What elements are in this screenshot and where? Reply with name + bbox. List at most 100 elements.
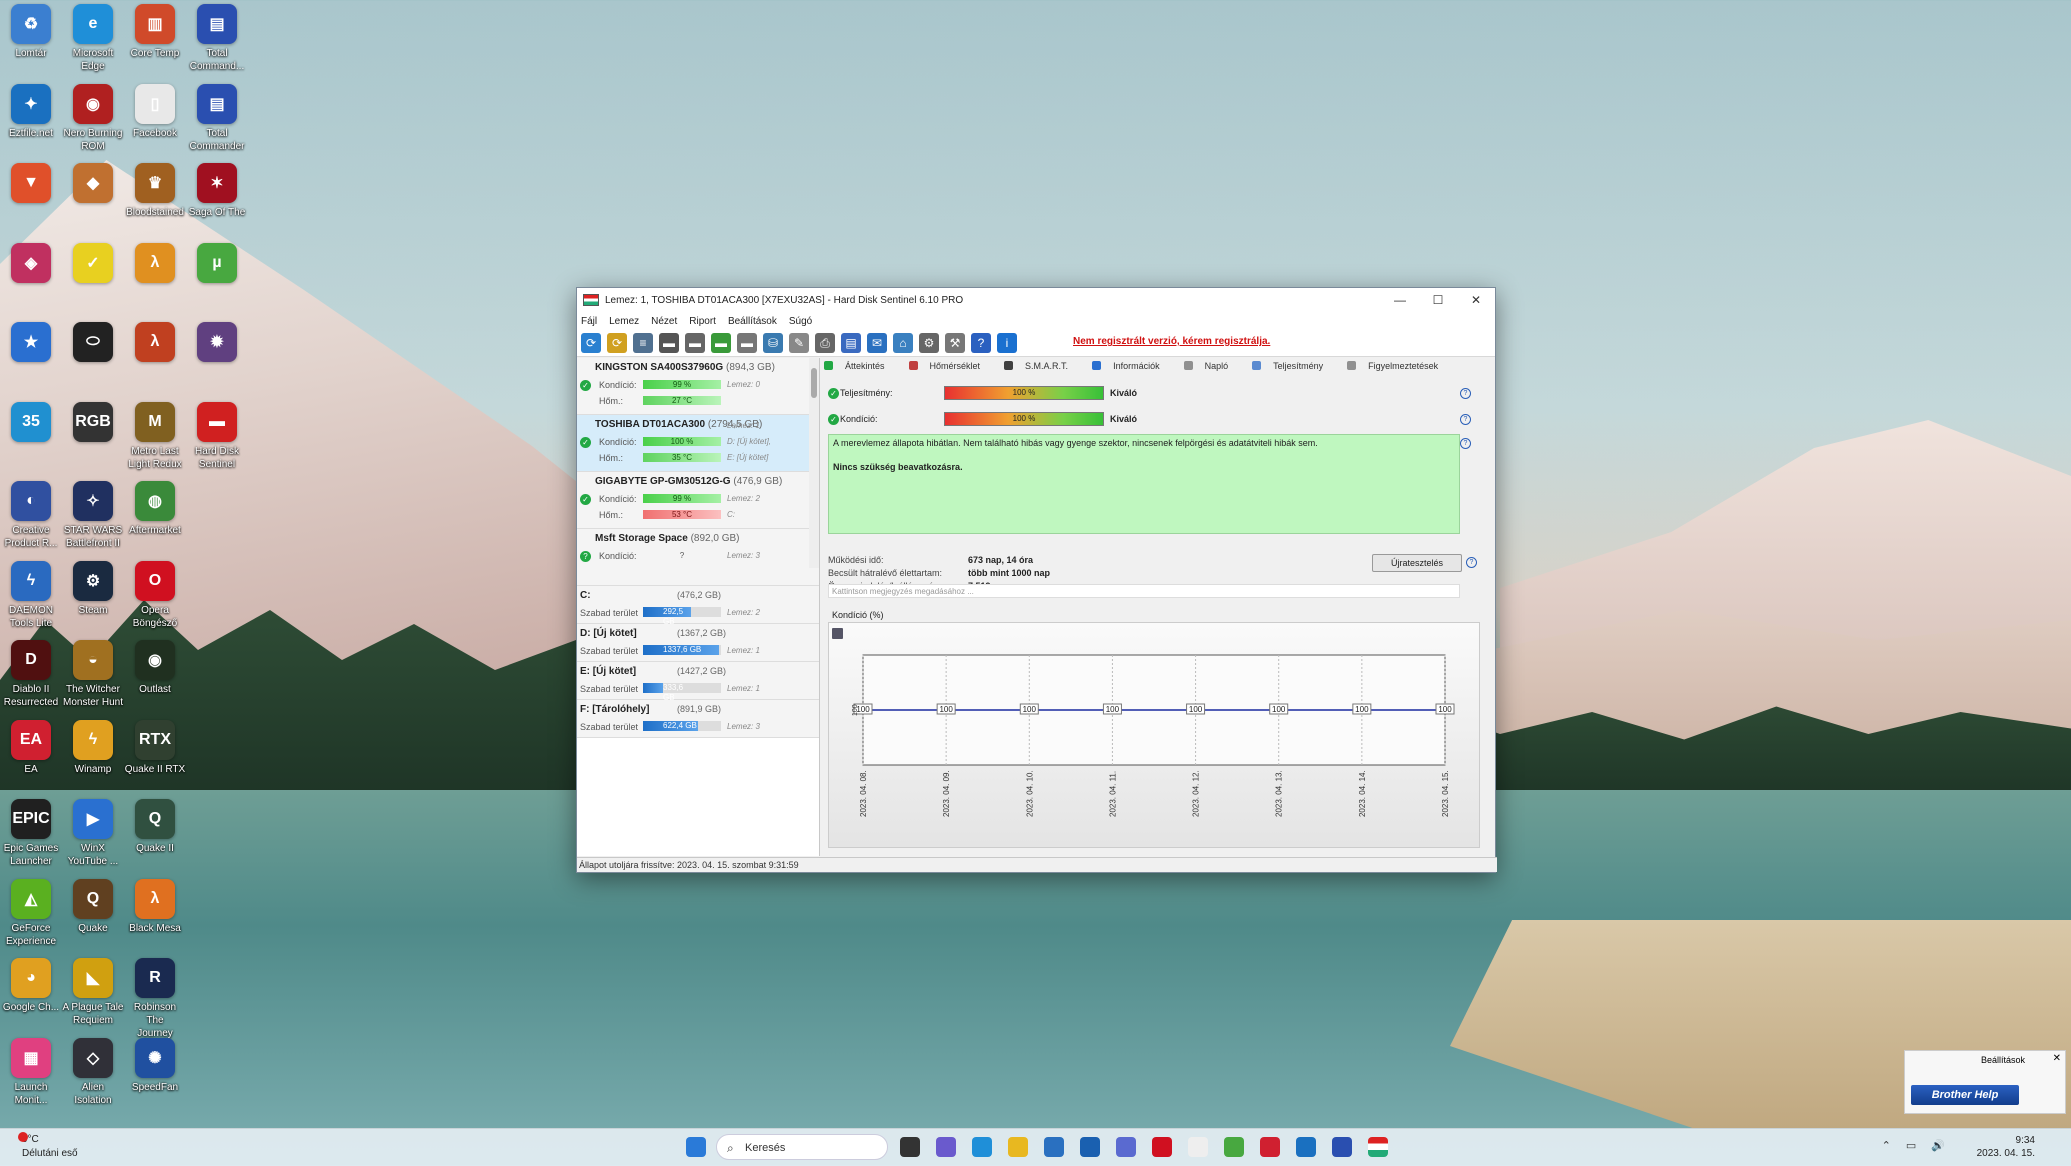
desktop-icon[interactable]: λ — [124, 322, 186, 365]
menu-file[interactable]: Fájl — [581, 316, 597, 327]
desktop-icon[interactable]: ϟ DAEMON Tools Lite — [0, 560, 62, 630]
desktop-icon[interactable]: Q Quake II — [124, 799, 186, 855]
window-titlebar[interactable]: Lemez: 1, TOSHIBA DT01ACA300 [X7EXU32AS]… — [577, 288, 1495, 312]
tools-icon[interactable]: ⚒ — [945, 333, 965, 353]
summary-help-icon[interactable]: ? — [1460, 438, 1471, 449]
desktop-icon[interactable]: RTX Quake II RTX — [124, 719, 186, 776]
opera-taskbar-icon[interactable] — [1152, 1137, 1172, 1157]
retest-button[interactable]: Újratesztelés — [1372, 554, 1462, 572]
info-icon[interactable]: i — [997, 333, 1017, 353]
explorer-icon[interactable] — [1008, 1137, 1028, 1157]
print-icon[interactable]: ⎙ — [815, 333, 835, 353]
register-link[interactable]: Nem regisztrált verzió, kérem regisztrál… — [1073, 336, 1270, 347]
desktop-icon[interactable]: ◐ Creative Product R... — [0, 481, 62, 550]
disk-entry[interactable]: GIGABYTE GP-GM30512G-G (476,9 GB) ✓ Kondíc… — [577, 472, 819, 529]
brother-settings-link[interactable]: Beállítások — [1981, 1055, 2025, 1065]
volume-entry[interactable]: E: [Új kötet] (1427,2 GB) Szabad terület 33… — [577, 662, 819, 702]
desktop-icon[interactable]: e Microsoft Edge — [62, 4, 124, 73]
desktop-icon[interactable]: ▤ Total Commander — [186, 83, 248, 153]
close-button[interactable]: ✕ — [1457, 288, 1495, 312]
performance-help-icon[interactable]: ? — [1460, 388, 1471, 399]
desktop-icon[interactable]: λ Black Mesa — [124, 878, 186, 935]
desktop-icon[interactable]: ▼ — [0, 163, 62, 206]
disk-entry[interactable]: Msft Storage Space (892,0 GB)? Kondíció:?… — [577, 529, 819, 586]
desktop-icon[interactable]: ◉ Nero Burning ROM — [62, 83, 124, 153]
store-icon[interactable] — [1044, 1137, 1064, 1157]
menu-help[interactable]: Súgó — [789, 316, 812, 327]
menu-settings[interactable]: Beállítások — [728, 316, 777, 327]
desktop-icon[interactable]: ✦ Eztfile.net — [0, 83, 62, 140]
refresh-icon[interactable]: ⟳ — [581, 333, 601, 353]
settings-taskbar-icon[interactable] — [1116, 1137, 1136, 1157]
disk-entry[interactable]: TOSHIBA DT01ACA300 (2794,5 GB) Lemez: 1 ✓ K… — [577, 415, 819, 472]
tab-5[interactable]: Teljesítmény — [1252, 361, 1335, 371]
task-view-icon[interactable] — [900, 1137, 920, 1157]
maximize-button[interactable]: ☐ — [1419, 288, 1457, 312]
edge-taskbar-icon[interactable] — [972, 1137, 992, 1157]
notepad-icon[interactable] — [1188, 1137, 1208, 1157]
refresh-all-icon[interactable]: ⟳ — [607, 333, 627, 353]
desktop-icon[interactable]: ♛ Bloodstained — [124, 163, 186, 219]
brother-close-icon[interactable]: ✕ — [2053, 1053, 2061, 1064]
desktop-icon[interactable]: µ — [186, 242, 248, 286]
start-icon[interactable] — [686, 1137, 706, 1157]
disk-ok-icon[interactable]: ▬ — [711, 333, 731, 353]
desktop-icon[interactable]: ⬭ — [62, 322, 124, 365]
tab-1[interactable]: Hőmérséklet — [908, 361, 993, 371]
desktop-icon[interactable]: R Robinson The Journey — [124, 958, 186, 1040]
desktop-icon[interactable]: λ — [124, 242, 186, 286]
settings-gear-icon[interactable]: ⚙ — [919, 333, 939, 353]
email-icon[interactable]: ✉ — [867, 333, 887, 353]
desktop-icon[interactable]: ★ — [0, 322, 62, 365]
desktop-icon[interactable]: ◈ — [0, 242, 62, 286]
help-icon[interactable]: ? — [971, 333, 991, 353]
system-tray[interactable]: ⌃ ▭ 🔊 — [1882, 1139, 1951, 1152]
disk-list-icon[interactable]: ≡ — [633, 333, 653, 353]
desktop-icon[interactable]: EA EA — [0, 719, 62, 776]
menu-report[interactable]: Riport — [689, 316, 716, 327]
desktop-icon[interactable]: EPIC Epic Games Launcher — [0, 799, 62, 868]
retest-help-icon[interactable]: ? — [1466, 557, 1477, 568]
desktop-icon[interactable]: ✓ — [62, 242, 124, 286]
tab-6[interactable]: Figyelmeztetések — [1347, 361, 1450, 371]
taskbar-search[interactable]: ⌕ Keresés — [716, 1134, 888, 1160]
desktop-icon[interactable]: ◒ The Witcher Monster Hunt — [62, 640, 124, 709]
desktop-icon[interactable]: ◕ Google Ch... — [0, 958, 62, 1014]
tab-3[interactable]: Információk — [1092, 361, 1172, 371]
volume-entry[interactable]: C: (476,2 GB) Szabad terület 292,5 GB Lemez:… — [577, 586, 819, 626]
desktop-icon[interactable]: ♻ Lomtár — [0, 4, 62, 60]
volume-entry[interactable]: F: [Tárolóhely] (891,9 GB) Szabad terület 6… — [577, 700, 819, 738]
desktop-icon[interactable]: ✹ — [186, 322, 248, 365]
desktop-icon[interactable]: ✺ SpeedFan — [124, 1037, 186, 1094]
save-chart-icon[interactable] — [832, 628, 843, 639]
desktop-icon[interactable]: M Metro Last Light Redux — [124, 401, 186, 471]
desktop-icon[interactable]: ◆ — [62, 163, 124, 206]
desktop-icon[interactable]: ▬ Hard Disk Sentinel — [186, 401, 248, 471]
desktop-icon[interactable]: ◉ Outlast — [124, 640, 186, 696]
total-commander-taskbar-icon[interactable] — [1332, 1137, 1352, 1157]
desktop-icon[interactable]: ✶ Saga Of The — [186, 163, 248, 219]
desktop-icon[interactable]: ◭ GeForce Experience — [0, 878, 62, 948]
report-icon[interactable]: ▤ — [841, 333, 861, 353]
chat-icon[interactable] — [936, 1137, 956, 1157]
brother-help-button[interactable]: Brother Help — [1911, 1085, 2019, 1105]
desktop-icon[interactable]: ◍ Aftermarket — [124, 481, 186, 537]
hds-taskbar-icon[interactable] — [1368, 1137, 1388, 1157]
desktop-icon[interactable]: ◇ Alien Isolation — [62, 1037, 124, 1107]
desktop-icon[interactable]: ϟ Winamp — [62, 719, 124, 776]
disk-list-scrollbar[interactable] — [809, 358, 819, 568]
clock[interactable]: 9:34 2023. 04. 15. — [1977, 1134, 2035, 1160]
network-icon[interactable]: ⌂ — [893, 333, 913, 353]
tab-2[interactable]: S.M.A.R.T. — [1004, 361, 1080, 371]
desktop-icon[interactable]: D Diablo II Resurrected — [0, 640, 62, 709]
desktop-icon[interactable]: Q Quake — [62, 878, 124, 935]
disk-timer-icon[interactable]: ▬ — [685, 333, 705, 353]
desktop-icon[interactable]: ✧ STAR WARS Battlefront II — [62, 481, 124, 550]
desktop-icon[interactable]: ▦ Launch Monit... — [0, 1037, 62, 1107]
drive-icon[interactable]: ⛁ — [763, 333, 783, 353]
ea-taskbar-icon[interactable] — [1260, 1137, 1280, 1157]
disk-test-icon[interactable]: ▬ — [659, 333, 679, 353]
desktop-icon[interactable]: ▥ Core Temp — [124, 4, 186, 60]
desktop-icon[interactable]: ▶ WinX YouTube ... — [62, 799, 124, 868]
menu-disk[interactable]: Lemez — [609, 316, 639, 327]
